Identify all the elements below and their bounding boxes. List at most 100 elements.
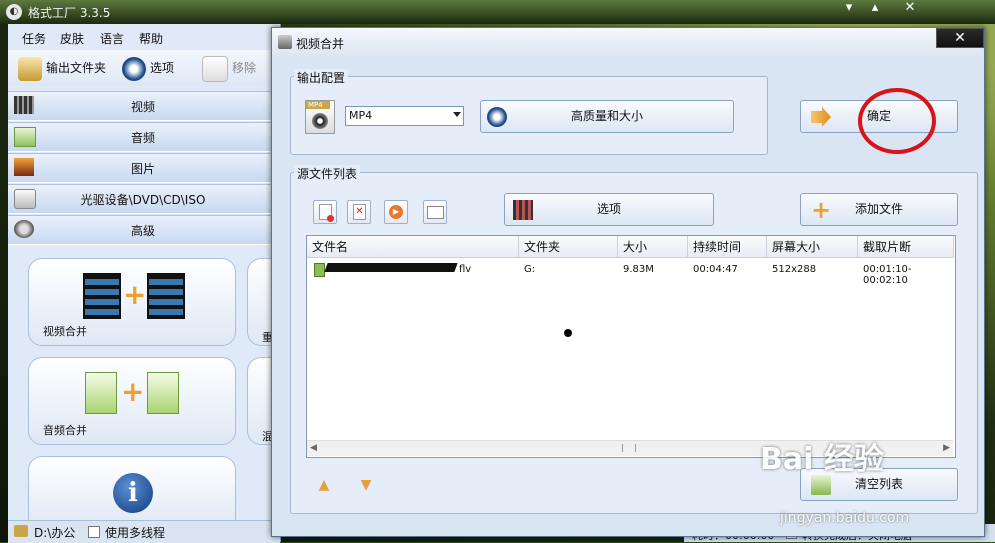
scroll-right-icon[interactable]: ▶ [943, 443, 950, 453]
film-scissors-icon [513, 200, 533, 220]
film-reel-icon [312, 113, 328, 129]
column-filename[interactable]: 文件名 [307, 236, 519, 258]
source-files-title: 源文件列表 [294, 165, 361, 182]
add-file-button[interactable]: + 添加文件 [800, 193, 958, 226]
plus-icon: + [121, 375, 145, 408]
multithread-checkbox[interactable] [88, 526, 100, 538]
maximize-button[interactable]: ▴ [864, 0, 886, 16]
video-merge-label: 视频合并 [43, 325, 87, 338]
highlight-circle [858, 88, 936, 154]
remove-label: 移除 [232, 61, 257, 75]
category-disc-label: 光驱设备\DVD\CD\ISO [80, 193, 206, 207]
dialog-title: 视频合并 [296, 37, 345, 51]
arrow-right-icon [811, 107, 831, 127]
scroll-thumb[interactable] [622, 444, 636, 452]
media-info-tile[interactable]: i [28, 456, 236, 528]
mp4-badge: MP4 [306, 101, 330, 109]
film-strip-icon [83, 273, 121, 319]
file-info-button[interactable] [423, 200, 447, 224]
scroll-left-icon[interactable]: ◀ [310, 443, 317, 453]
delete-file-button[interactable]: ✕ [347, 200, 371, 224]
minimize-button[interactable]: ▾ [838, 0, 860, 16]
redaction-mark [324, 263, 458, 272]
delete-icon: ✕ [353, 204, 366, 220]
column-clip[interactable]: 截取片断 [858, 236, 954, 258]
column-duration[interactable]: 持续时间 [688, 236, 767, 258]
folder-icon [14, 525, 28, 537]
row-screen-size: 512x288 [772, 264, 817, 275]
folder-icon [18, 56, 42, 81]
options-toolbar-button[interactable]: 选项 [122, 55, 174, 81]
dialog-title-bar: 视频合并 [272, 28, 982, 56]
main-toolbar: 输出文件夹 选项 移除 [8, 50, 278, 86]
category-disc[interactable]: 光驱设备\DVD\CD\ISO [8, 184, 278, 214]
gear-icon [122, 56, 146, 81]
film-strip-icon [147, 273, 185, 319]
clear-list-label: 清空列表 [854, 477, 903, 491]
gear-icon [487, 107, 507, 127]
format-select-value: MP4 [349, 109, 373, 122]
menu-skin[interactable]: 皮肤 [60, 30, 84, 47]
video-merge-tile[interactable]: + 视频合并 [28, 258, 236, 346]
multithread-label: 使用多线程 [105, 526, 166, 540]
clear-list-icon [811, 475, 831, 495]
cursor-dot [564, 329, 572, 337]
remove-file-button[interactable] [313, 200, 337, 224]
menu-bar: 任务 皮肤 语言 帮助 [8, 27, 278, 47]
chevron-down-icon [453, 112, 461, 117]
category-audio-label: 音频 [130, 131, 155, 145]
quality-size-button[interactable]: 高质量和大小 [480, 100, 734, 133]
row-clip: 00:01:10-00:02:10 [863, 264, 912, 286]
dialog-close-button[interactable]: ✕ [936, 28, 984, 48]
category-image[interactable]: 图片 [8, 153, 278, 183]
plus-icon: + [811, 196, 832, 224]
music-file-icon [147, 372, 179, 414]
document-remove-icon [319, 204, 334, 222]
format-select[interactable]: MP4 [345, 106, 464, 126]
options-button[interactable]: 选项 [504, 193, 714, 226]
menu-help[interactable]: 帮助 [139, 30, 163, 47]
column-screen-size[interactable]: 屏幕大小 [767, 236, 858, 258]
quality-size-label: 高质量和大小 [570, 109, 643, 123]
move-down-button[interactable]: ▼ [358, 477, 374, 493]
row-size: 9.83M [623, 264, 654, 275]
output-path: D:\办公 [34, 526, 76, 540]
dialog-film-icon [278, 35, 292, 49]
app-logo-icon: ◐ [6, 4, 22, 20]
options-label: 选项 [150, 61, 175, 75]
play-button[interactable]: ▶ [384, 200, 408, 224]
add-file-label: 添加文件 [854, 202, 903, 216]
output-config-title: 输出配置 [294, 69, 349, 86]
output-folder-label: 输出文件夹 [46, 61, 107, 75]
watermark-url: jingyan.baidu.com [780, 510, 910, 526]
output-folder-button[interactable]: 输出文件夹 [18, 55, 106, 81]
move-up-button[interactable]: ▲ [316, 477, 332, 493]
mp4-file-icon: MP4 [305, 100, 335, 134]
music-file-icon [85, 372, 117, 414]
row-duration: 00:04:47 [693, 264, 738, 275]
options-button-label: 选项 [596, 202, 621, 216]
category-video[interactable]: 视频 [8, 91, 278, 121]
video-file-icon [314, 263, 325, 277]
menu-language[interactable]: 语言 [100, 30, 124, 47]
column-size[interactable]: 大小 [618, 236, 688, 258]
category-advanced[interactable]: 高级 [8, 215, 278, 245]
info-icon: i [113, 473, 153, 513]
main-title-bar: ◐ 格式工厂 3.3.5 ▾ ▴ ✕ [0, 0, 995, 24]
plus-icon: + [123, 278, 147, 311]
row-folder: G: [524, 264, 536, 275]
category-video-label: 视频 [130, 100, 155, 114]
category-image-label: 图片 [130, 162, 155, 176]
audio-merge-label: 音频合并 [43, 424, 87, 437]
info-card-icon [427, 206, 444, 219]
remove-button[interactable]: 移除 [202, 55, 257, 82]
baidu-watermark: Bai 经验 [760, 442, 884, 477]
close-button[interactable]: ✕ [899, 0, 921, 16]
document-remove-icon [202, 55, 228, 82]
play-icon: ▶ [389, 205, 403, 219]
app-title: 格式工厂 3.3.5 [28, 6, 111, 20]
audio-merge-tile[interactable]: + 音频合并 [28, 357, 236, 445]
menu-task[interactable]: 任务 [22, 30, 46, 47]
column-folder[interactable]: 文件夹 [519, 236, 618, 258]
category-audio[interactable]: 音频 [8, 122, 278, 152]
